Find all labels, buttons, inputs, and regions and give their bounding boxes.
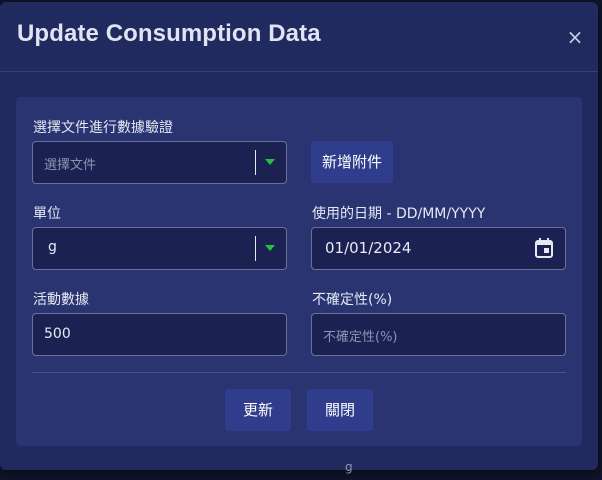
background-text: g [345, 460, 353, 474]
update-consumption-modal: Update Consumption Data × 選擇文件進行數據驗證 選擇文… [0, 2, 598, 470]
uncertainty-input[interactable]: 不確定性(%) [311, 313, 566, 356]
document-placeholder: 選擇文件 [44, 158, 97, 173]
close-icon[interactable]: × [566, 27, 584, 47]
unit-label: 單位 [33, 206, 61, 222]
select-separator [255, 236, 256, 261]
chevron-down-icon[interactable] [265, 245, 275, 251]
uncertainty-placeholder: 不確定性(%) [323, 330, 398, 345]
unit-value: g [48, 239, 57, 255]
document-label: 選擇文件進行數據驗證 [33, 120, 173, 136]
uncertainty-label: 不確定性(%) [312, 292, 393, 308]
unit-select[interactable]: g [32, 227, 287, 270]
document-select[interactable]: 選擇文件 [32, 141, 287, 184]
activity-data-label: 活動數據 [33, 292, 89, 308]
chevron-down-icon[interactable] [265, 159, 275, 165]
close-button[interactable]: 關閉 [307, 389, 373, 431]
activity-data-value: 500 [44, 326, 71, 342]
add-attachment-button[interactable]: 新增附件 [311, 141, 393, 183]
update-button[interactable]: 更新 [225, 389, 291, 431]
usage-date-label: 使用的日期 - DD/MM/YYYY [312, 206, 486, 222]
activity-data-input[interactable]: 500 [32, 313, 287, 356]
usage-date-input[interactable]: 01/01/2024 [311, 227, 566, 270]
usage-date-value: 01/01/2024 [325, 239, 412, 257]
modal-title: Update Consumption Data [17, 20, 321, 47]
modal-header: Update Consumption Data × [0, 2, 598, 72]
calendar-icon[interactable] [535, 238, 553, 258]
select-separator [255, 150, 256, 175]
form-divider [32, 372, 566, 373]
form-card: 選擇文件進行數據驗證 選擇文件 新增附件 單位 g 使用的日期 - DD/MM/… [16, 97, 582, 446]
